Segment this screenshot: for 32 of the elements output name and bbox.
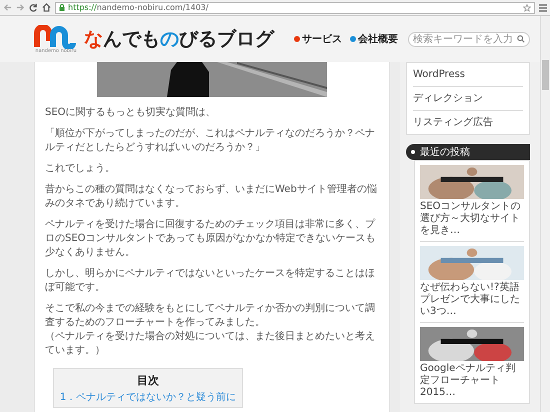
article-paragraph: SEOに関するもっとも切実な質問は、: [45, 106, 217, 120]
menu-link[interactable]: リスティング広告: [413, 117, 493, 128]
logo-icon[interactable]: [34, 24, 78, 48]
home-icon[interactable]: [42, 3, 51, 12]
nav-link[interactable]: サービス: [294, 32, 342, 46]
recent-posts-title: 最近の投稿: [420, 146, 470, 160]
article-paragraph: 「順位が下がってしまったのだが、これはペナルティなのだろうか？ペナルティだとしたらどうすればいいのだろうか？」: [45, 127, 376, 155]
menu-link[interactable]: ディレクション: [413, 93, 483, 104]
menu-link[interactable]: WordPress: [413, 69, 466, 80]
article-paragraph: そこで私の今までの経験をもとにしてペナルティか否かの判別について調査するためのフローチャートを作ってみました。: [45, 302, 376, 330]
address-bar[interactable]: https://nandemo-nobiru.com/1403/: [55, 2, 535, 14]
post-caption: SEOコンサルタントの選び方～大切なサイトを見き…: [420, 201, 522, 237]
article-paragraph: 昔からこの種の質問はなくなっておらず、いまだにWebサイト管理者の悩みのタネであり続けています。: [45, 183, 378, 211]
url-text: https://nandemo-nobiru.com/1403/: [68, 4, 208, 12]
toc-title: 目次: [137, 373, 159, 389]
article-paragraph: これでしょう。: [45, 162, 116, 176]
search-field[interactable]: 検索キーワードを入力: [408, 32, 530, 46]
post-link[interactable]: なぜ伝わらない!?英語プレゼンで大事にしたい3つ…: [420, 242, 524, 323]
search-icon[interactable]: [517, 35, 525, 43]
nav-link[interactable]: 会社概要: [350, 32, 398, 46]
article-paragraph: ペナルティを受けた場合に回復するためのチェック項目は非常に多く、プロのSEOコンサルタントであっても原因がなかなか特定できないケースも少なくありません。: [45, 218, 377, 260]
post-link[interactable]: Googleペナルティ判定フローチャート2015…: [420, 323, 524, 403]
site-title[interactable]: なんでものびるブログ: [84, 30, 274, 48]
reload-icon[interactable]: [29, 3, 38, 12]
post-caption: なぜ伝わらない!?英語プレゼンで大事にしたい3つ…: [420, 282, 521, 318]
menu-icon[interactable]: [539, 4, 547, 12]
article-paragraph: しかし、明らかにペナルティではないといったケースを特定することはほぼ可能です。: [45, 267, 376, 295]
post-link[interactable]: SEOコンサルタントの選び方～大切なサイトを見き…: [420, 161, 524, 242]
article-paragraph: （ペナルティを受けた場合の対処については、また後日まとめたいと考えています。）: [45, 330, 376, 358]
post-caption: Googleペナルティ判定フローチャート2015…: [420, 363, 516, 399]
star-icon[interactable]: [523, 4, 531, 12]
lock-icon: [59, 4, 65, 11]
